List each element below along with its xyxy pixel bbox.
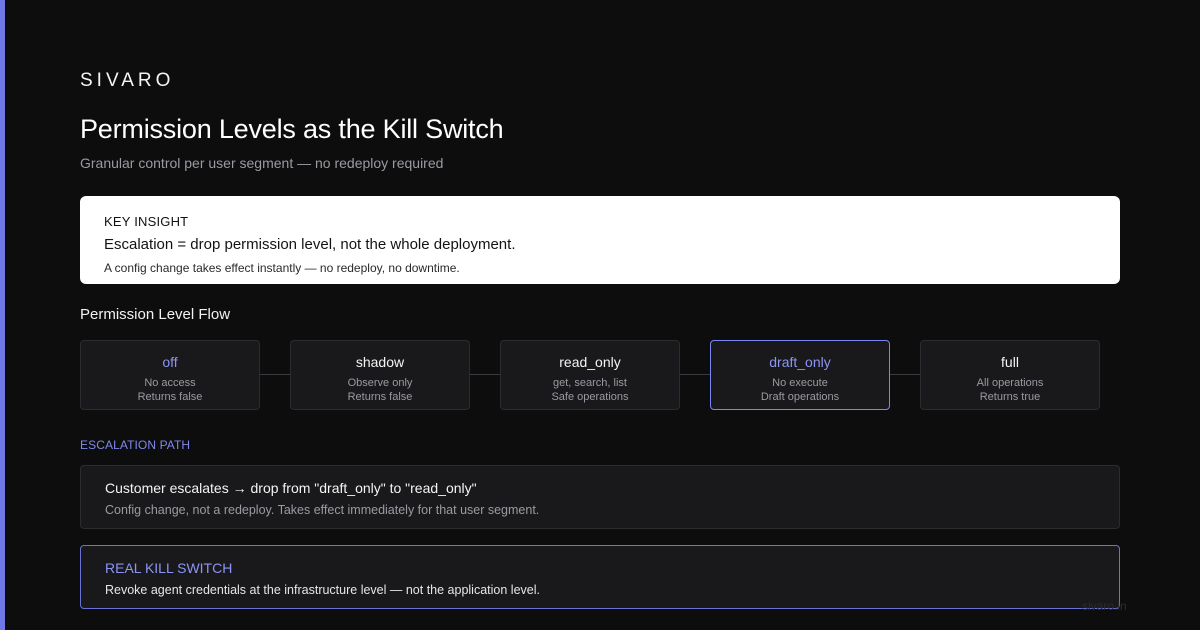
node-name: read_only (559, 354, 621, 370)
escalation-card: Customer escalates → drop from "draft_on… (80, 465, 1120, 529)
node-name: shadow (355, 354, 405, 370)
key-insight-label: KEY INSIGHT (104, 214, 189, 229)
slide: SIVARO Permission Levels as the Kill Swi… (0, 0, 1200, 630)
brand-logo: SIVARO (80, 70, 175, 91)
node-detail: Returns false (137, 391, 203, 403)
node-description: All operations (976, 377, 1044, 389)
permission-flow: off No access Returns false shadow Obser… (80, 340, 1120, 410)
flow-node-draft-only: draft_only No execute Draft operations (710, 340, 890, 410)
flow-node-full: full All operations Returns true (920, 340, 1100, 410)
node-detail: Returns false (347, 391, 413, 403)
flow-node-off: off No access Returns false (80, 340, 260, 410)
flow-connector (890, 374, 920, 375)
node-name: draft_only (769, 354, 831, 370)
node-detail: Safe operations (551, 391, 629, 403)
node-description: Observe only (347, 377, 413, 389)
flow-node-read-only: read_only get, search, list Safe operati… (500, 340, 680, 410)
node-name: full (1001, 354, 1019, 370)
page-title: Permission Levels as the Kill Switch (80, 114, 504, 144)
node-detail: Draft operations (760, 391, 840, 403)
flow-connector (470, 374, 500, 375)
node-description: get, search, list (553, 377, 627, 389)
left-accent-bar (0, 0, 5, 630)
node-description: No execute (772, 377, 828, 389)
page-subtitle: Granular control per user segment — no r… (80, 155, 444, 171)
node-description: No access (144, 377, 196, 389)
escalation-heading: Customer escalates → drop from "draft_on… (105, 480, 477, 496)
node-detail: Returns true (979, 391, 1041, 403)
kill-switch-body: Revoke agent credentials at the infrastr… (105, 583, 540, 597)
flow-node-shadow: shadow Observe only Returns false (290, 340, 470, 410)
flow-section-title: Permission Level Flow (80, 306, 231, 323)
kill-switch-heading: REAL KILL SWITCH (105, 560, 233, 576)
key-insight-card: KEY INSIGHT Escalation = drop permission… (80, 196, 1120, 284)
kill-switch-card: REAL KILL SWITCH Revoke agent credential… (80, 545, 1120, 609)
flow-connector (260, 374, 290, 375)
node-name: off (162, 354, 178, 370)
watermark: sivaro.in (1082, 599, 1127, 613)
flow-connector (680, 374, 710, 375)
key-insight-text: Escalation = drop permission level, not … (104, 236, 516, 253)
escalation-body: Config change, not a redeploy. Takes eff… (105, 503, 540, 517)
escalation-section-label: ESCALATION PATH (80, 438, 191, 452)
key-insight-subtext: A config change takes effect instantly —… (104, 261, 460, 275)
